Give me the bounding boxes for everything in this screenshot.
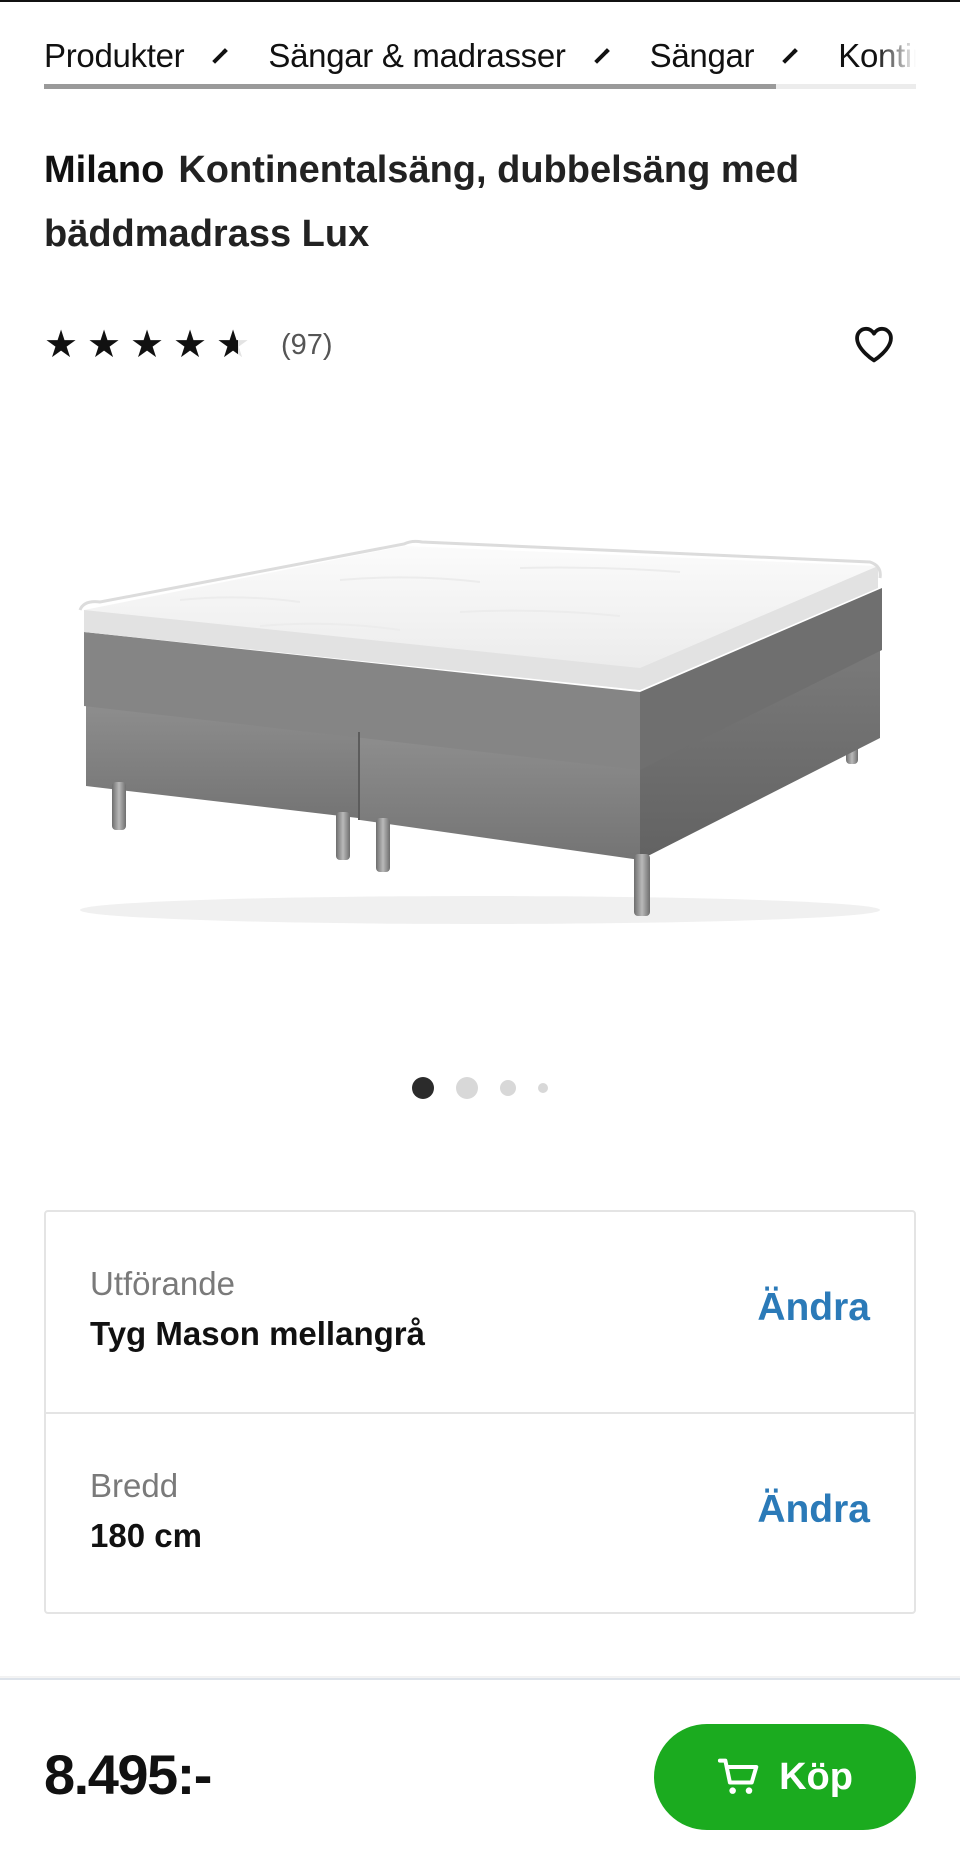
buy-label: Köp bbox=[779, 1755, 853, 1798]
chevron-right-icon bbox=[593, 48, 610, 64]
star-full-icon: ★ bbox=[130, 324, 165, 366]
breadcrumb: Produkter Sängar & madrasser Sängar Kont… bbox=[44, 30, 916, 90]
product-price: 8.495:- bbox=[44, 1743, 212, 1806]
carousel-dots[interactable] bbox=[0, 1076, 960, 1100]
carousel-dot[interactable] bbox=[456, 1077, 478, 1099]
breadcrumb-item-sangar-madrasser[interactable]: Sängar & madrasser bbox=[268, 37, 566, 75]
breadcrumb-fade bbox=[876, 30, 916, 82]
buy-button[interactable]: Köp bbox=[654, 1724, 916, 1830]
change-bredd-button[interactable]: Ändra bbox=[757, 1488, 870, 1532]
option-utforande[interactable]: Utförande Tyg Mason mellangrå Ändra bbox=[46, 1212, 914, 1412]
option-label: Bredd bbox=[90, 1467, 179, 1504]
carousel-dot[interactable] bbox=[412, 1077, 434, 1099]
breadcrumb-scrollbar[interactable] bbox=[44, 84, 916, 89]
cart-icon bbox=[717, 1758, 759, 1794]
product-options: Utförande Tyg Mason mellangrå Ändra Bred… bbox=[44, 1210, 916, 1614]
option-value: Tyg Mason mellangrå bbox=[90, 1315, 425, 1352]
star-half-icon: ★ bbox=[216, 322, 259, 368]
rating-stars: ★ ★ ★ ★ ★ bbox=[44, 322, 259, 368]
heart-icon bbox=[855, 326, 893, 363]
carousel-dot[interactable] bbox=[538, 1083, 548, 1093]
review-count[interactable]: (97) bbox=[281, 329, 333, 362]
product-brand: Milano bbox=[44, 149, 165, 191]
wishlist-button[interactable] bbox=[852, 322, 896, 366]
breadcrumb-item-sangar[interactable]: Sängar bbox=[650, 37, 755, 75]
top-border bbox=[0, 0, 960, 2]
product-rating[interactable]: ★★★★★ (97) bbox=[44, 322, 333, 368]
option-label: Utförande bbox=[90, 1265, 235, 1302]
change-utforande-button[interactable]: Ändra bbox=[757, 1286, 870, 1330]
chevron-right-icon bbox=[782, 48, 799, 64]
carousel-dot[interactable] bbox=[500, 1080, 516, 1096]
sticky-buy-bar: 8.495:- Köp bbox=[0, 1678, 960, 1873]
star-full-icon: ★ bbox=[87, 324, 122, 366]
option-bredd[interactable]: Bredd 180 cm Ändra bbox=[46, 1412, 914, 1612]
breadcrumb-item-produkter[interactable]: Produkter bbox=[44, 37, 185, 75]
option-value: 180 cm bbox=[90, 1517, 202, 1554]
product-title: Milano Kontinentalsäng, dubbelsäng med bä… bbox=[44, 138, 904, 266]
bed-product-photo bbox=[78, 539, 882, 924]
chevron-right-icon bbox=[212, 48, 229, 64]
breadcrumb-scroll-thumb[interactable] bbox=[44, 84, 777, 89]
star-full-icon: ★ bbox=[44, 324, 79, 366]
product-image[interactable] bbox=[40, 470, 920, 940]
star-full-icon: ★ bbox=[173, 324, 208, 366]
